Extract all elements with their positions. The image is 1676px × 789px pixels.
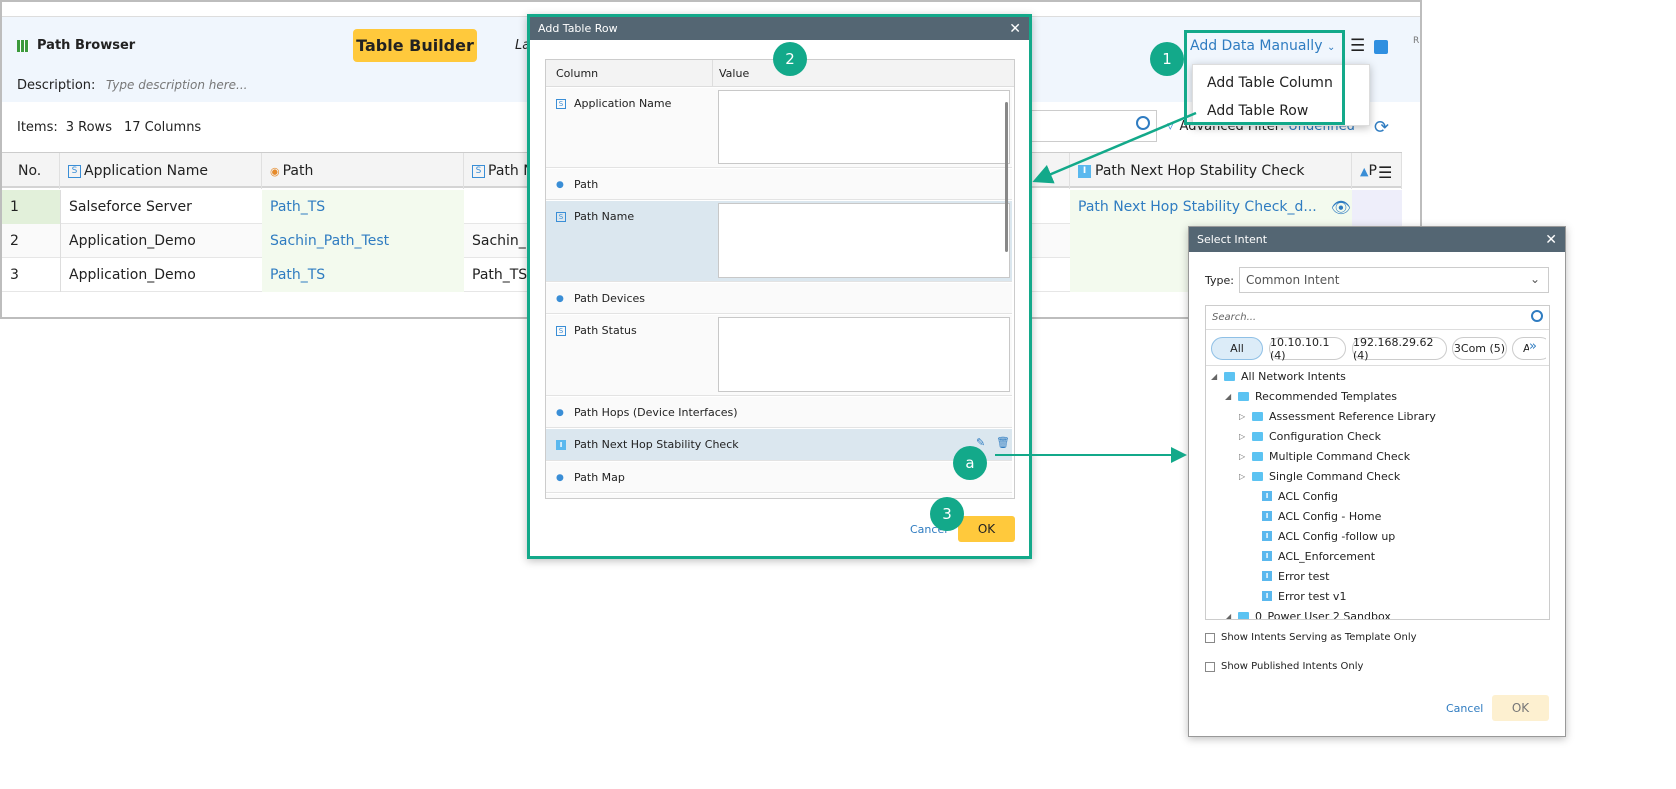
arrow-to-dialog bbox=[1032, 111, 1197, 184]
callout-arrows bbox=[995, 111, 1197, 463]
